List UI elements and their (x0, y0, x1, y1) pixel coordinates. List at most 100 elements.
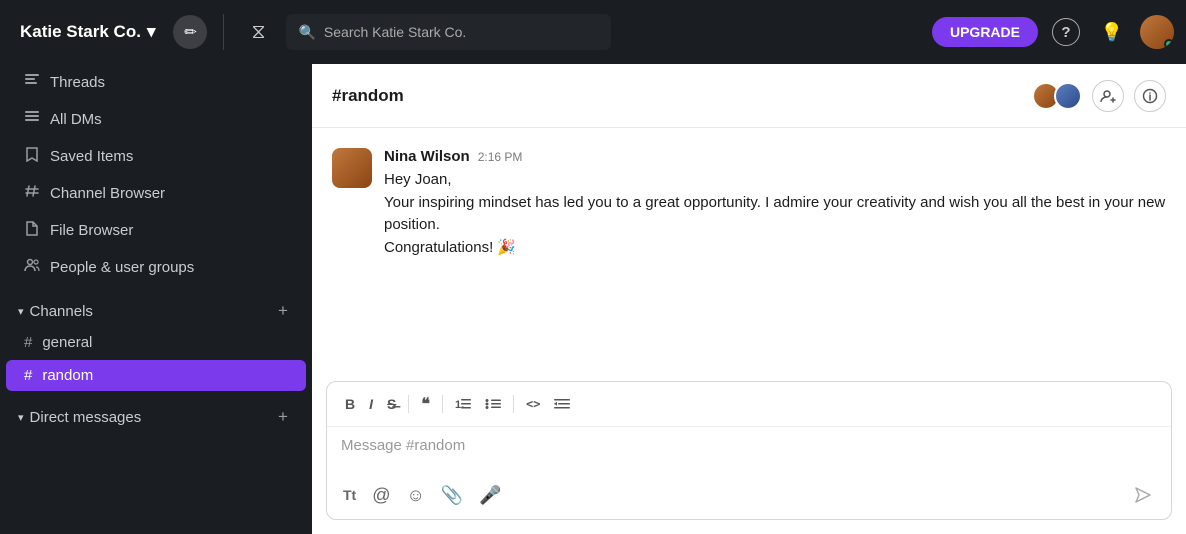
add-dm-button[interactable]: + (272, 406, 294, 428)
message-author-avatar (332, 148, 372, 188)
message-line-3: Congratulations! 🎉 (384, 237, 1166, 260)
add-member-button[interactable] (1092, 80, 1124, 112)
general-channel-label: general (42, 334, 92, 351)
search-icon: 🔍 (298, 24, 315, 41)
main-layout: Threads All DMs Saved Items Channel Brow… (0, 64, 1186, 534)
composer-bottom-tools: Tt @ ☺ 📎 🎤 (339, 481, 506, 510)
messages-area: Nina Wilson 2:16 PM Hey Joan, Your inspi… (312, 128, 1186, 381)
all-dms-icon (24, 109, 40, 130)
composer-toolbar: B I S̶ ❝ 1. <> (327, 382, 1171, 427)
file-browser-label: File Browser (50, 222, 133, 239)
strikethrough-button[interactable]: S̶ (381, 392, 402, 416)
channels-chevron-icon: ▾ (18, 305, 24, 318)
indent-button[interactable] (548, 393, 576, 415)
channels-section-label: Channels (30, 303, 93, 320)
message: Nina Wilson 2:16 PM Hey Joan, Your inspi… (332, 148, 1166, 259)
edit-button[interactable]: ✏ (173, 15, 207, 49)
dm-chevron-icon: ▾ (18, 411, 24, 424)
hash-icon-random: # (24, 367, 32, 384)
bold-button[interactable]: B (339, 392, 361, 416)
sidebar-item-saved-items[interactable]: Saved Items (6, 139, 306, 174)
channel-area: #random Nina Wilson (312, 64, 1186, 534)
code-button[interactable]: <> (520, 393, 546, 415)
message-content: Nina Wilson 2:16 PM Hey Joan, Your inspi… (384, 148, 1166, 259)
sidebar: Threads All DMs Saved Items Channel Brow… (0, 64, 312, 534)
topbar-divider (223, 14, 224, 50)
channel-title: #random (332, 86, 404, 106)
channel-browser-icon (24, 183, 40, 204)
help-button[interactable]: ? (1048, 14, 1084, 50)
message-placeholder: Message #random (341, 437, 465, 454)
message-input[interactable]: Message #random (327, 427, 1171, 471)
message-author-name: Nina Wilson (384, 148, 470, 165)
message-composer: B I S̶ ❝ 1. <> Message #random (326, 381, 1172, 520)
toolbar-sep-2 (442, 395, 443, 413)
emoji-button[interactable]: ☺ (403, 481, 429, 510)
workspace-name[interactable]: Katie Stark Co. ▾ (12, 22, 163, 42)
italic-button[interactable]: I (363, 392, 379, 416)
toolbar-sep-1 (408, 395, 409, 413)
history-button[interactable]: ⧖ (240, 14, 276, 50)
sidebar-item-channel-browser[interactable]: Channel Browser (6, 176, 306, 211)
online-status-indicator (1164, 39, 1174, 49)
message-line-1: Hey Joan, (384, 169, 1166, 192)
history-icon: ⧖ (251, 21, 265, 44)
info-icon (1142, 88, 1158, 104)
sidebar-item-people-groups[interactable]: People & user groups (6, 250, 306, 285)
people-groups-icon (24, 257, 40, 278)
threads-icon (24, 72, 40, 93)
search-bar[interactable]: 🔍 Search Katie Stark Co. (286, 14, 611, 50)
message-timestamp: 2:16 PM (478, 150, 523, 164)
attach-button[interactable]: 📎 (437, 481, 467, 510)
user-avatar[interactable] (1140, 15, 1174, 49)
send-icon (1134, 486, 1152, 504)
composer-bottom-bar: Tt @ ☺ 📎 🎤 (327, 471, 1171, 519)
sidebar-item-random[interactable]: # random (6, 360, 306, 391)
message-body: Hey Joan, Your inspiring mindset has led… (384, 169, 1166, 259)
ordered-list-button[interactable]: 1. (449, 393, 477, 415)
random-channel-label: random (42, 367, 93, 384)
message-line-2: Your inspiring mindset has led you to a … (384, 192, 1166, 237)
member-avatars[interactable] (1032, 82, 1082, 110)
search-placeholder: Search Katie Stark Co. (324, 24, 466, 40)
people-groups-label: People & user groups (50, 259, 194, 276)
notifications-icon: 💡 (1101, 22, 1123, 43)
sidebar-item-file-browser[interactable]: File Browser (6, 213, 306, 248)
saved-items-icon (24, 146, 40, 167)
notifications-button[interactable]: 💡 (1094, 14, 1130, 50)
send-button[interactable] (1127, 479, 1159, 511)
workspace-section: Katie Stark Co. ▾ ✏ (12, 15, 207, 49)
workspace-label: Katie Stark Co. (20, 22, 141, 42)
workspace-chevron-icon: ▾ (147, 22, 156, 42)
microphone-button[interactable]: 🎤 (475, 481, 505, 510)
channels-section-header[interactable]: ▾ Channels + (0, 292, 312, 326)
channel-browser-label: Channel Browser (50, 185, 165, 202)
saved-items-label: Saved Items (50, 148, 133, 165)
svg-text:1.: 1. (455, 399, 464, 411)
all-dms-label: All DMs (50, 111, 102, 128)
channel-info-button[interactable] (1134, 80, 1166, 112)
dm-section-label: Direct messages (30, 409, 142, 426)
upgrade-label: UPGRADE (950, 24, 1020, 40)
dm-section-header[interactable]: ▾ Direct messages + (0, 398, 312, 432)
text-format-button[interactable]: Tt (339, 483, 360, 507)
unordered-list-button[interactable] (479, 393, 507, 415)
sidebar-item-general[interactable]: # general (6, 327, 306, 358)
threads-label: Threads (50, 74, 105, 91)
hash-icon-general: # (24, 334, 32, 351)
topbar: Katie Stark Co. ▾ ✏ ⧖ 🔍 Search Katie Sta… (0, 0, 1186, 64)
file-browser-icon (24, 220, 40, 241)
channel-header: #random (312, 64, 1186, 128)
add-channel-button[interactable]: + (272, 300, 294, 322)
channel-header-right (1032, 80, 1166, 112)
message-header: Nina Wilson 2:16 PM (384, 148, 1166, 165)
quote-button[interactable]: ❝ (415, 390, 436, 418)
upgrade-button[interactable]: UPGRADE (932, 17, 1038, 47)
member-avatar-2 (1054, 82, 1082, 110)
sidebar-item-threads[interactable]: Threads (6, 65, 306, 100)
toolbar-sep-3 (513, 395, 514, 413)
add-member-icon (1100, 88, 1116, 104)
edit-icon: ✏ (184, 23, 197, 41)
mention-button[interactable]: @ (368, 481, 394, 510)
sidebar-item-all-dms[interactable]: All DMs (6, 102, 306, 137)
